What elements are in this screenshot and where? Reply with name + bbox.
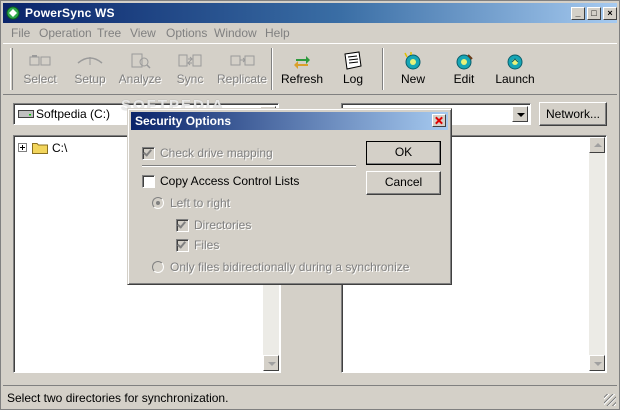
only-files-bidirectional-radio[interactable] xyxy=(152,261,164,273)
right-scrollbar[interactable] xyxy=(589,137,605,371)
ok-button[interactable]: OK xyxy=(366,141,441,165)
hard-drive-icon xyxy=(18,110,34,118)
network-button[interactable]: Network... xyxy=(539,102,607,126)
dialog-close-icon[interactable] xyxy=(432,114,446,127)
menu-view[interactable]: View xyxy=(130,26,156,40)
security-options-dialog: Security Options Check drive mapping Cop… xyxy=(127,108,452,285)
expand-icon[interactable] xyxy=(18,143,27,152)
menu-tree[interactable]: Tree xyxy=(97,26,121,40)
toolbar-separator-2 xyxy=(382,48,384,90)
setup-label: Setup xyxy=(74,72,106,86)
menu-file[interactable]: File xyxy=(11,26,30,40)
toolbar: Select Setup Analyze Sync Replicate Refr… xyxy=(3,43,617,95)
scroll-down-button[interactable] xyxy=(263,355,279,371)
replicate-icon xyxy=(230,55,255,66)
launch-label: Launch xyxy=(495,72,535,86)
sync-icon xyxy=(178,54,202,67)
left-to-right-label: Left to right xyxy=(170,196,231,210)
cancel-button[interactable]: Cancel xyxy=(366,171,441,195)
toolbar-separator xyxy=(271,48,273,90)
size-grip[interactable] xyxy=(604,394,616,406)
toolbar-grip[interactable] xyxy=(10,48,13,90)
analyze-icon xyxy=(131,53,151,69)
check-drive-mapping-label: Check drive mapping xyxy=(160,146,273,160)
app-icon xyxy=(6,6,20,20)
tree-node-label: C:\ xyxy=(52,141,68,155)
log-label: Log xyxy=(342,72,364,86)
edit-label: Edit xyxy=(453,72,475,86)
files-checkbox[interactable] xyxy=(176,239,189,252)
menu-operation[interactable]: Operation xyxy=(39,26,92,40)
dialog-title: Security Options xyxy=(135,114,232,128)
minimize-button[interactable]: _ xyxy=(571,7,585,20)
folder-icon xyxy=(32,143,48,154)
edit-button[interactable]: Edit xyxy=(439,46,489,90)
new-label: New xyxy=(400,72,425,86)
only-files-bidirectional-label: Only files bidirectionally during a sync… xyxy=(170,260,410,274)
directories-label: Directories xyxy=(194,218,252,232)
setup-button[interactable]: Setup xyxy=(65,46,115,90)
log-icon xyxy=(344,51,362,70)
sync-button[interactable]: Sync xyxy=(165,46,215,90)
right-drive-dropdown-icon[interactable] xyxy=(512,106,528,122)
new-icon xyxy=(404,52,421,70)
title-bar[interactable]: PowerSync WS _ □ × xyxy=(3,3,617,23)
replicate-button[interactable]: Replicate xyxy=(217,46,267,90)
status-bar: Select two directories for synchronizati… xyxy=(3,385,617,407)
log-button[interactable]: Log xyxy=(328,46,378,90)
directories-checkbox[interactable] xyxy=(176,219,189,232)
window-title: PowerSync WS xyxy=(25,6,115,20)
launch-button[interactable]: Launch xyxy=(490,46,540,90)
main-window: PowerSync WS _ □ × File Operation Tree V… xyxy=(0,0,620,410)
maximize-button[interactable]: □ xyxy=(587,7,601,20)
scroll-up-button[interactable] xyxy=(589,137,605,153)
setup-icon xyxy=(77,57,103,65)
scroll-down-button[interactable] xyxy=(589,355,605,371)
edit-icon xyxy=(456,54,473,70)
refresh-button[interactable]: Refresh xyxy=(277,46,327,90)
separator-line xyxy=(142,165,356,167)
close-button[interactable]: × xyxy=(603,7,617,20)
sync-label: Sync xyxy=(176,72,204,86)
check-drive-mapping-checkbox[interactable] xyxy=(142,147,155,160)
files-label: Files xyxy=(194,238,220,252)
analyze-label: Analyze xyxy=(118,72,162,86)
analyze-button[interactable]: Analyze xyxy=(115,46,165,90)
refresh-icon xyxy=(294,56,310,69)
copy-acl-checkbox[interactable] xyxy=(142,175,155,188)
select-button[interactable]: Select xyxy=(15,46,65,90)
status-text: Select two directories for synchronizati… xyxy=(7,391,229,405)
menu-options[interactable]: Options xyxy=(166,26,207,40)
launch-icon xyxy=(507,54,523,70)
refresh-label: Refresh xyxy=(280,72,324,86)
menu-help[interactable]: Help xyxy=(265,26,290,40)
select-label: Select xyxy=(23,72,57,86)
new-button[interactable]: New xyxy=(388,46,438,90)
menu-window[interactable]: Window xyxy=(214,26,257,40)
select-icon xyxy=(29,55,51,66)
left-drive-value: Softpedia (C:) xyxy=(36,107,111,121)
left-to-right-radio[interactable] xyxy=(152,197,164,209)
copy-acl-label: Copy Access Control Lists xyxy=(160,174,300,188)
menu-bar: File Operation Tree View Options Window … xyxy=(3,24,617,42)
dialog-title-bar[interactable]: Security Options xyxy=(131,112,448,130)
replicate-label: Replicate xyxy=(217,72,268,86)
